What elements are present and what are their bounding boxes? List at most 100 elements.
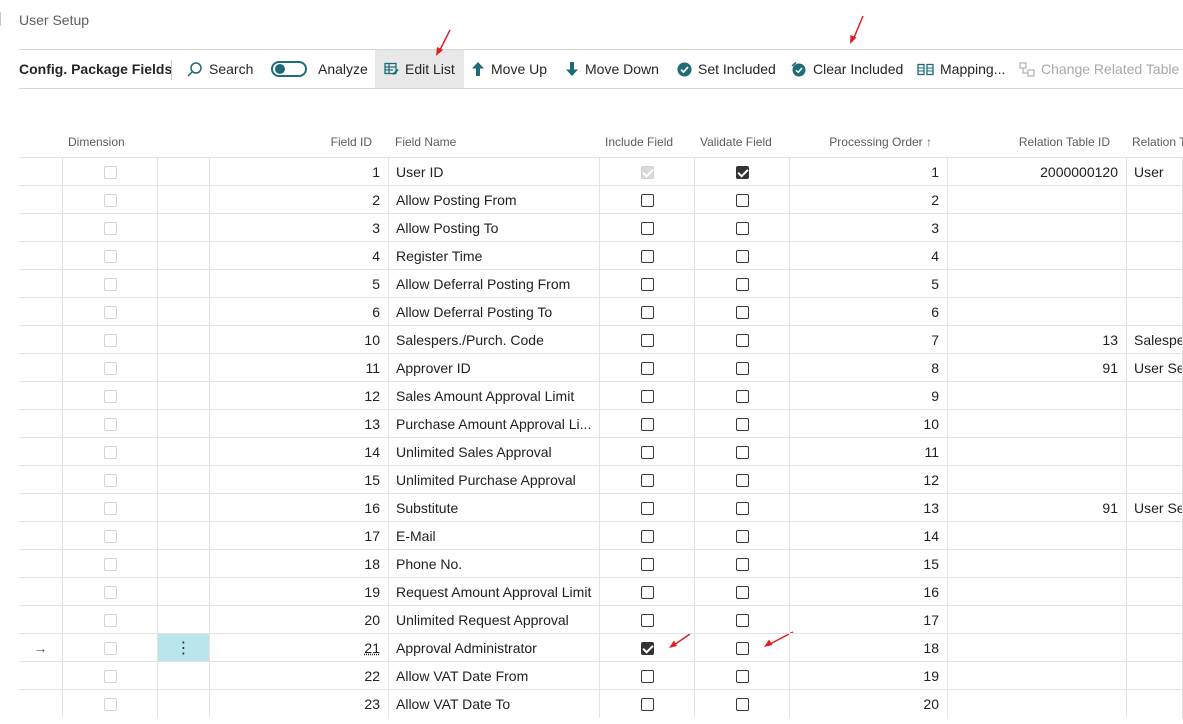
field-id-value[interactable]: 22 <box>364 668 380 684</box>
table-row[interactable]: 17 E-Mail 14 <box>19 521 1183 550</box>
field-id-value[interactable]: 6 <box>372 304 380 320</box>
move-up-button[interactable]: Move Up <box>471 50 547 88</box>
field-id-value[interactable]: 10 <box>364 332 380 348</box>
column-header-relation-table-id[interactable]: Relation Table ID <box>948 127 1110 157</box>
column-header-field-name[interactable]: Field Name <box>395 127 456 157</box>
field-name-value[interactable]: Allow Posting From <box>396 192 517 208</box>
include-field-checkbox[interactable] <box>640 585 654 599</box>
include-field-checkbox[interactable] <box>640 697 654 711</box>
validate-field-checkbox[interactable] <box>735 557 749 571</box>
table-row[interactable]: 14 Unlimited Sales Approval 11 <box>19 437 1183 466</box>
field-name-value[interactable]: Allow Deferral Posting To <box>396 304 552 320</box>
table-row[interactable]: 5 Allow Deferral Posting From 5 <box>19 269 1183 298</box>
table-row[interactable]: 1 User ID 1 2000000120 User <box>19 157 1183 186</box>
table-row[interactable]: 23 Allow VAT Date To 20 <box>19 689 1183 718</box>
validate-field-checkbox[interactable] <box>735 165 749 179</box>
validate-field-checkbox[interactable] <box>735 305 749 319</box>
field-name-value[interactable]: Unlimited Request Approval <box>396 612 569 628</box>
validate-field-checkbox[interactable] <box>735 697 749 711</box>
include-field-checkbox[interactable] <box>640 277 654 291</box>
validate-field-checkbox[interactable] <box>735 361 749 375</box>
move-down-button[interactable]: Move Down <box>565 50 659 88</box>
column-header-processing-order[interactable]: Processing Order ↑ <box>790 127 932 157</box>
include-field-checkbox[interactable] <box>640 193 654 207</box>
field-id-value[interactable]: 3 <box>372 220 380 236</box>
field-id-value[interactable]: 13 <box>364 416 380 432</box>
validate-field-checkbox[interactable] <box>735 193 749 207</box>
validate-field-checkbox[interactable] <box>735 277 749 291</box>
field-name-value[interactable]: Unlimited Sales Approval <box>396 444 552 460</box>
include-field-checkbox[interactable] <box>640 557 654 571</box>
field-id-value[interactable]: 19 <box>364 584 380 600</box>
table-row[interactable]: 20 Unlimited Request Approval 17 <box>19 605 1183 634</box>
field-id-value[interactable]: 14 <box>364 444 380 460</box>
field-id-value[interactable]: 21 <box>364 640 380 656</box>
field-id-value[interactable]: 2 <box>372 192 380 208</box>
table-row[interactable]: 10 Salespers./Purch. Code 7 13 Salesper <box>19 325 1183 354</box>
include-field-checkbox[interactable] <box>640 473 654 487</box>
field-name-value[interactable]: Approver ID <box>396 360 471 376</box>
table-row[interactable]: 19 Request Amount Approval Limit 16 <box>19 577 1183 606</box>
field-name-value[interactable]: Allow Posting To <box>396 220 498 236</box>
field-id-value[interactable]: 12 <box>364 388 380 404</box>
row-actions-menu-icon[interactable]: ⋮ <box>176 638 192 658</box>
field-name-value[interactable]: Approval Administrator <box>396 640 537 656</box>
include-field-checkbox[interactable] <box>640 361 654 375</box>
table-row[interactable]: → ⋮ 21 Approval Administrator 18 <box>19 633 1183 662</box>
field-id-value[interactable]: 11 <box>365 360 380 376</box>
include-field-checkbox[interactable] <box>640 305 654 319</box>
validate-field-checkbox[interactable] <box>735 249 749 263</box>
field-name-value[interactable]: Unlimited Purchase Approval <box>396 472 576 488</box>
column-header-validate-field[interactable]: Validate Field <box>700 127 772 157</box>
include-field-checkbox[interactable] <box>640 613 654 627</box>
column-header-include-field[interactable]: Include Field <box>605 127 673 157</box>
change-related-table-button[interactable]: Change Related Table <box>1019 50 1179 88</box>
field-name-value[interactable]: Salespers./Purch. Code <box>396 332 544 348</box>
validate-field-checkbox[interactable] <box>735 669 749 683</box>
field-id-value[interactable]: 1 <box>372 164 380 180</box>
set-included-button[interactable]: Set Included <box>677 50 776 88</box>
validate-field-checkbox[interactable] <box>735 585 749 599</box>
table-row[interactable]: 18 Phone No. 15 <box>19 549 1183 578</box>
field-name-value[interactable]: Allow VAT Date To <box>396 696 510 712</box>
mapping-button[interactable]: Mapping... <box>917 50 1005 88</box>
clear-included-button[interactable]: Clear Included <box>791 50 903 88</box>
validate-field-checkbox[interactable] <box>735 473 749 487</box>
include-field-checkbox[interactable] <box>640 529 654 543</box>
table-row[interactable]: 16 Substitute 13 91 User Set <box>19 493 1183 522</box>
table-row[interactable]: 13 Purchase Amount Approval Li... 10 <box>19 409 1183 438</box>
table-row[interactable]: 22 Allow VAT Date From 19 <box>19 661 1183 690</box>
field-name-value[interactable]: Sales Amount Approval Limit <box>396 388 574 404</box>
include-field-checkbox[interactable] <box>640 417 654 431</box>
include-field-checkbox[interactable] <box>640 221 654 235</box>
include-field-checkbox[interactable] <box>640 445 654 459</box>
table-row[interactable]: 12 Sales Amount Approval Limit 9 <box>19 381 1183 410</box>
field-id-value[interactable]: 20 <box>364 612 380 628</box>
validate-field-checkbox[interactable] <box>735 529 749 543</box>
include-field-checkbox[interactable] <box>640 333 654 347</box>
column-header-relation-table[interactable]: Relation T <box>1132 127 1183 157</box>
validate-field-checkbox[interactable] <box>735 221 749 235</box>
table-row[interactable]: 6 Allow Deferral Posting To 6 <box>19 297 1183 326</box>
field-name-value[interactable]: User ID <box>396 164 443 180</box>
include-field-checkbox[interactable] <box>640 669 654 683</box>
column-header-dimension[interactable]: Dimension <box>68 127 125 157</box>
validate-field-checkbox[interactable] <box>735 641 749 655</box>
table-row[interactable]: 3 Allow Posting To 3 <box>19 213 1183 242</box>
include-field-checkbox[interactable] <box>640 249 654 263</box>
field-name-value[interactable]: E-Mail <box>396 528 436 544</box>
validate-field-checkbox[interactable] <box>735 389 749 403</box>
field-id-value[interactable]: 18 <box>364 556 380 572</box>
validate-field-checkbox[interactable] <box>735 333 749 347</box>
field-name-value[interactable]: Substitute <box>396 500 458 516</box>
include-field-checkbox[interactable] <box>640 501 654 515</box>
analyze-toggle[interactable]: Analyze <box>271 50 368 88</box>
include-field-checkbox[interactable] <box>640 389 654 403</box>
validate-field-checkbox[interactable] <box>735 613 749 627</box>
validate-field-checkbox[interactable] <box>735 501 749 515</box>
include-field-checkbox[interactable] <box>640 641 654 655</box>
field-name-value[interactable]: Register Time <box>396 248 482 264</box>
table-row[interactable]: 11 Approver ID 8 91 User Set <box>19 353 1183 382</box>
field-id-value[interactable]: 4 <box>372 248 380 264</box>
field-id-value[interactable]: 17 <box>364 528 380 544</box>
